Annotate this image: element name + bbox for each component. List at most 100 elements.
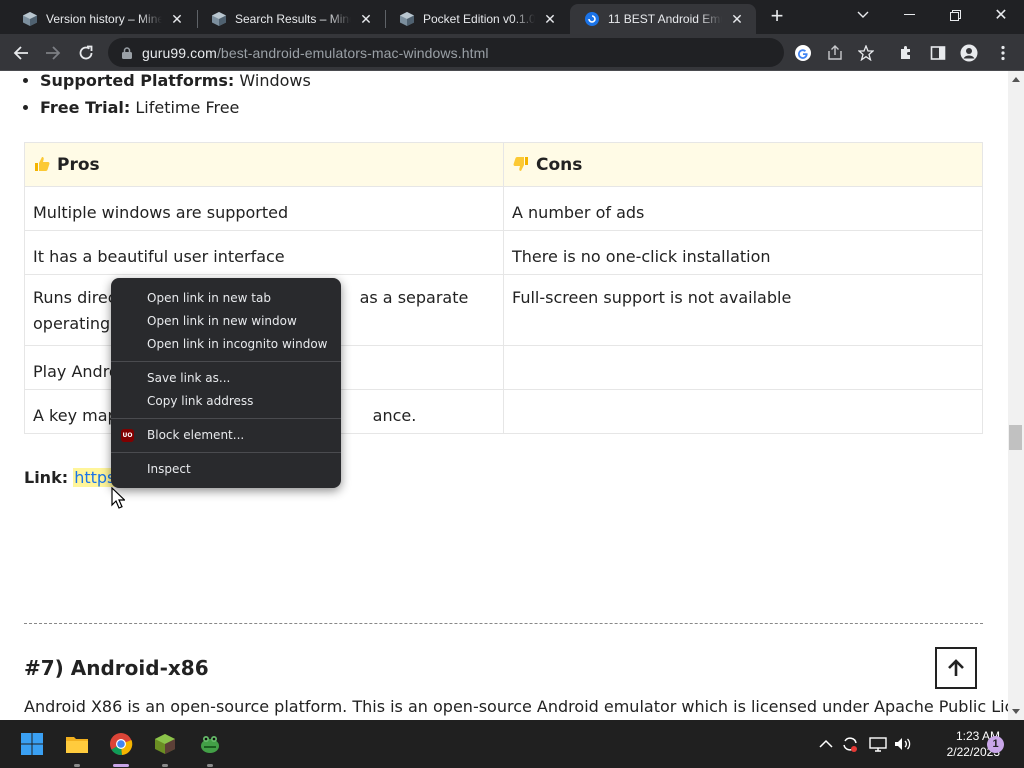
section-paragraph: Android X86 is an open-source platform. … bbox=[24, 697, 1008, 716]
pro-cell: It has a beautiful user interface bbox=[24, 230, 504, 275]
reload-icon bbox=[79, 45, 93, 60]
tab-close-icon[interactable]: ✕ bbox=[168, 10, 186, 28]
taskbar-running-indicator bbox=[162, 764, 168, 767]
extensions-button[interactable] bbox=[893, 40, 919, 66]
section-divider bbox=[24, 623, 983, 624]
pro-cell-text: as a separate bbox=[359, 288, 469, 307]
table-row: It has a beautiful user interface There … bbox=[24, 230, 983, 275]
close-window-button[interactable]: ✕ bbox=[978, 0, 1024, 30]
scroll-down-arrow-icon[interactable] bbox=[1008, 704, 1024, 718]
menu-button[interactable] bbox=[990, 40, 1016, 66]
forward-arrow-icon bbox=[46, 46, 61, 60]
url-host: guru99.com bbox=[142, 44, 217, 61]
back-button[interactable] bbox=[8, 40, 34, 66]
kebab-menu-icon bbox=[1001, 45, 1005, 61]
new-tab-button[interactable]: + bbox=[766, 5, 788, 28]
menu-separator bbox=[111, 452, 341, 453]
url-path: /best-android-emulators-mac-windows.html bbox=[216, 44, 489, 61]
list-item: Supported Platforms: Windows bbox=[40, 71, 311, 94]
list-item-label: Supported Platforms: bbox=[40, 71, 235, 90]
feature-list: Supported Platforms: Windows Free Trial:… bbox=[40, 71, 311, 121]
back-to-top-button[interactable] bbox=[935, 647, 977, 689]
side-panel-icon bbox=[930, 46, 946, 60]
arrow-up-icon bbox=[948, 659, 964, 676]
tab-version-history[interactable]: Version history – Minecraft ✕ bbox=[8, 4, 196, 34]
bookmark-button[interactable] bbox=[853, 40, 879, 66]
con-cell: Full-screen support is not available bbox=[503, 274, 983, 346]
tab-search-chevron-icon[interactable] bbox=[840, 0, 886, 30]
browser-toolbar: guru99.com/best-android-emulators-mac-wi… bbox=[0, 34, 1024, 71]
cons-header: Cons bbox=[503, 142, 983, 187]
menu-item-block-element[interactable]: UO Block element... bbox=[111, 424, 341, 447]
chrome-icon[interactable] bbox=[109, 732, 133, 756]
avatar-icon bbox=[960, 44, 978, 62]
tab-close-icon[interactable]: ✕ bbox=[357, 10, 375, 28]
star-icon bbox=[858, 45, 874, 61]
taskbar-running-indicator bbox=[207, 764, 213, 767]
minimize-button[interactable] bbox=[886, 0, 932, 30]
menu-item-inspect[interactable]: Inspect bbox=[111, 458, 341, 481]
tab-close-icon[interactable]: ✕ bbox=[728, 10, 746, 28]
windows-start-icon[interactable] bbox=[20, 732, 44, 756]
tab-title: Search Results – Minecraft bbox=[235, 12, 351, 26]
con-cell: A number of ads bbox=[503, 186, 983, 231]
pros-header-label: Pros bbox=[57, 154, 100, 175]
chevron-up-icon[interactable] bbox=[816, 734, 836, 754]
sync-icon[interactable] bbox=[840, 734, 860, 754]
pro-cell-text: Runs direc bbox=[33, 288, 117, 307]
menu-separator bbox=[111, 361, 341, 362]
reload-button[interactable] bbox=[73, 40, 99, 66]
share-button[interactable] bbox=[822, 40, 848, 66]
back-arrow-icon bbox=[13, 46, 28, 60]
tab-strip: Version history – Minecraft ✕ Search Res… bbox=[0, 0, 1024, 34]
tab-title: Version history – Minecraft bbox=[46, 12, 162, 26]
google-icon bbox=[795, 45, 811, 61]
tab-title: 11 BEST Android Emulators bbox=[608, 12, 722, 26]
ublock-badge-text: UO bbox=[122, 432, 133, 439]
windows-taskbar: 1:23 AM 2/22/2023 1 bbox=[0, 720, 1024, 768]
restore-button[interactable] bbox=[932, 0, 978, 30]
scroll-up-arrow-icon[interactable] bbox=[1008, 72, 1024, 86]
tab-title: Pocket Edition v0.1.0 alpha bbox=[423, 12, 535, 26]
address-bar[interactable]: guru99.com/best-android-emulators-mac-wi… bbox=[108, 38, 784, 67]
pro-cell: Multiple windows are supported bbox=[24, 186, 504, 231]
con-cell: There is no one-click installation bbox=[503, 230, 983, 275]
minecraft-launcher-icon[interactable] bbox=[153, 732, 177, 756]
menu-item-label: Block element... bbox=[147, 428, 245, 442]
section-heading: #7) Android-x86 bbox=[24, 656, 209, 680]
table-header-row: Pros Cons bbox=[24, 142, 983, 187]
page-scrollbar[interactable] bbox=[1008, 71, 1024, 720]
google-lens-button[interactable] bbox=[790, 40, 816, 66]
con-cell bbox=[503, 345, 983, 390]
menu-item-open-new-tab[interactable]: Open link in new tab bbox=[111, 287, 341, 310]
tab-search-results[interactable]: Search Results – Minecraft ✕ bbox=[197, 4, 385, 34]
network-icon[interactable] bbox=[868, 734, 888, 754]
share-icon bbox=[828, 45, 842, 60]
scrollbar-thumb[interactable] bbox=[1009, 425, 1022, 450]
link-label: Link: bbox=[24, 468, 69, 487]
thumbs-up-icon bbox=[35, 156, 50, 171]
file-explorer-icon[interactable] bbox=[65, 732, 89, 756]
notification-badge[interactable]: 1 bbox=[987, 736, 1004, 753]
cons-header-label: Cons bbox=[536, 154, 583, 175]
url-text: guru99.com/best-android-emulators-mac-wi… bbox=[142, 45, 489, 61]
tab-android-emulators[interactable]: 11 BEST Android Emulators ✕ bbox=[570, 4, 756, 34]
menu-item-copy-link[interactable]: Copy link address bbox=[111, 390, 341, 413]
menu-item-open-new-window[interactable]: Open link in new window bbox=[111, 310, 341, 333]
menu-item-open-incognito[interactable]: Open link in incognito window bbox=[111, 333, 341, 356]
forward-button[interactable] bbox=[40, 40, 66, 66]
taskbar-active-indicator bbox=[113, 764, 129, 767]
menu-item-save-link[interactable]: Save link as... bbox=[111, 367, 341, 390]
side-panel-button[interactable] bbox=[925, 40, 951, 66]
minecraft-wiki-icon bbox=[23, 12, 37, 26]
profile-button[interactable] bbox=[956, 40, 982, 66]
list-item-value: Lifetime Free bbox=[130, 98, 240, 117]
tab-close-icon[interactable]: ✕ bbox=[541, 10, 559, 28]
table-row: Multiple windows are supported A number … bbox=[24, 186, 983, 231]
tab-pocket-edition[interactable]: Pocket Edition v0.1.0 alpha ✕ bbox=[385, 4, 569, 34]
minecraft-wiki-icon bbox=[212, 12, 226, 26]
puzzle-icon bbox=[901, 46, 910, 59]
bluestacks-frog-icon[interactable] bbox=[198, 732, 222, 756]
lock-icon[interactable] bbox=[120, 46, 134, 60]
volume-icon[interactable] bbox=[892, 734, 912, 754]
